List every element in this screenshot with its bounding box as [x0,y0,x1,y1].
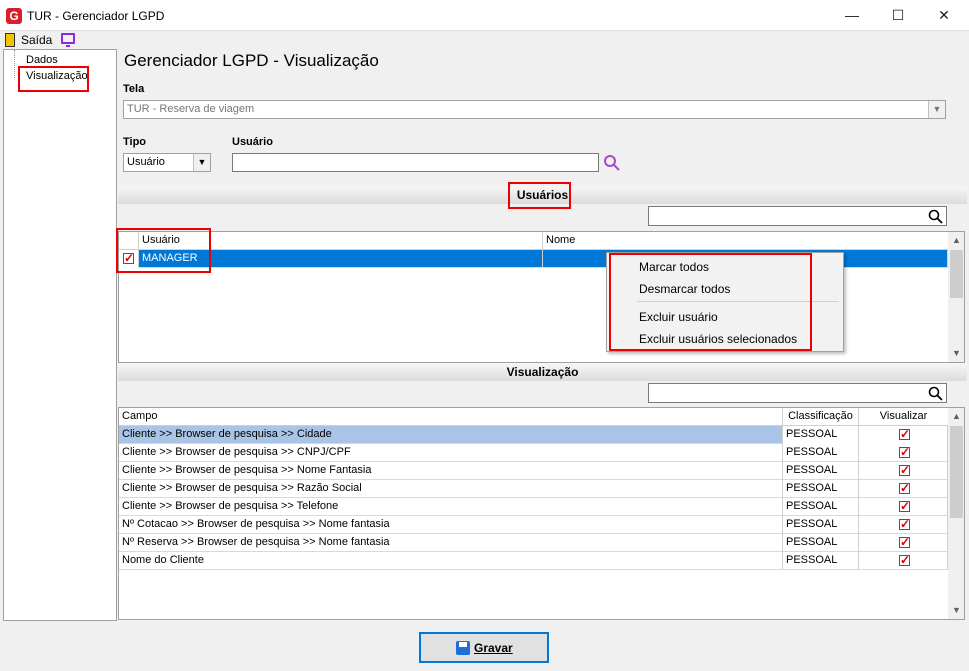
cell-classificacao: PESSOAL [783,462,859,480]
visualizar-checkbox[interactable] [899,552,910,569]
cell-visualizar[interactable] [859,462,948,480]
column-header-campo[interactable]: Campo [119,408,783,426]
table-row[interactable]: Nome do Cliente PESSOAL [119,552,948,570]
search-icon[interactable] [603,154,621,172]
tipo-select[interactable]: Usuário ▼ [123,153,211,172]
maximize-button[interactable]: ☐ [875,0,921,31]
visualizar-checkbox[interactable] [899,426,910,443]
cell-campo: Cliente >> Browser de pesquisa >> CNPJ/C… [119,444,783,462]
tipo-select-value: Usuário [127,156,165,168]
annotation-highlight [18,66,89,92]
cell-visualizar[interactable] [859,516,948,534]
table-row[interactable]: Cliente >> Browser de pesquisa >> Telefo… [119,498,948,516]
page-title: Gerenciador LGPD - Visualização [124,51,379,70]
monitor-icon[interactable] [61,33,75,47]
cell-classificacao: PESSOAL [783,498,859,516]
tela-select-value: TUR - Reserva de viagem [127,103,255,115]
usuarios-search-input[interactable] [648,206,947,226]
tree-connector [14,50,15,78]
cell-classificacao: PESSOAL [783,480,859,498]
visualizar-checkbox[interactable] [899,498,910,515]
cell-visualizar[interactable] [859,480,948,498]
visualizacao-section-header: Visualização [118,363,967,381]
tipo-label: Tipo [123,136,147,148]
floppy-disk-icon [456,641,470,655]
scroll-down-icon[interactable]: ▼ [948,602,964,619]
cell-classificacao: PESSOAL [783,552,859,570]
visualizar-checkbox[interactable] [899,516,910,533]
cell-classificacao: PESSOAL [783,534,859,552]
visualizacao-search-input[interactable] [648,383,947,403]
cell-campo: Nº Cotacao >> Browser de pesquisa >> Nom… [119,516,783,534]
column-header-classificacao[interactable]: Classificação [783,408,859,426]
toolbar: Saída [0,31,969,49]
close-button[interactable]: ✕ [921,0,967,31]
cell-classificacao: PESSOAL [783,426,859,444]
tree-item-dados[interactable]: Dados [26,54,58,66]
scroll-up-icon[interactable]: ▲ [948,232,964,249]
exit-door-icon[interactable] [5,33,15,47]
table-row[interactable]: Nº Reserva >> Browser de pesquisa >> Nom… [119,534,948,552]
chevron-down-icon[interactable]: ▼ [928,101,945,118]
scrollbar-thumb[interactable] [950,426,963,518]
visualizar-checkbox[interactable] [899,462,910,479]
cell-classificacao: PESSOAL [783,516,859,534]
save-button-label: Gravar [474,641,513,655]
cell-campo: Cliente >> Browser de pesquisa >> Telefo… [119,498,783,516]
visualizar-checkbox[interactable] [899,444,910,461]
tela-select[interactable]: TUR - Reserva de viagem ▼ [123,100,946,119]
cell-visualizar[interactable] [859,498,948,516]
chevron-down-icon[interactable]: ▼ [193,154,210,171]
table-row[interactable]: Cliente >> Browser de pesquisa >> CNPJ/C… [119,444,948,462]
visualizacao-grid-header: Campo Classificação Visualizar [119,408,948,426]
usuario-label: Usuário [232,136,273,148]
visualizar-checkbox[interactable] [899,480,910,497]
table-row[interactable]: Cliente >> Browser de pesquisa >> Razão … [119,480,948,498]
visualizacao-grid: Campo Classificação Visualizar Cliente >… [118,407,965,620]
cell-visualizar[interactable] [859,426,948,444]
exit-button[interactable]: Saída [21,33,52,47]
usuarios-grid-header: Usuário Nome [119,232,948,250]
navigation-tree: Dados Visualização [3,49,117,621]
visualizar-checkbox[interactable] [899,534,910,551]
cell-visualizar[interactable] [859,534,948,552]
annotation-highlight [508,182,571,209]
cell-campo: Cliente >> Browser de pesquisa >> Razão … [119,480,783,498]
table-row[interactable]: Cliente >> Browser de pesquisa >> Nome F… [119,462,948,480]
table-row[interactable]: Nº Cotacao >> Browser de pesquisa >> Nom… [119,516,948,534]
title-bar: G TUR - Gerenciador LGPD — ☐ ✕ [0,0,969,31]
annotation-highlight [609,253,812,351]
table-row[interactable]: Cliente >> Browser de pesquisa >> Cidade… [119,426,948,444]
cell-campo: Nome do Cliente [119,552,783,570]
cell-visualizar[interactable] [859,444,948,462]
cell-classificacao: PESSOAL [783,444,859,462]
cell-campo: Cliente >> Browser de pesquisa >> Nome F… [119,462,783,480]
search-icon[interactable] [928,209,943,224]
column-header-nome[interactable]: Nome [543,232,948,250]
scrollbar-thumb[interactable] [950,250,963,298]
visualizacao-scrollbar[interactable]: ▲ ▼ [948,408,964,619]
search-icon[interactable] [928,386,943,401]
minimize-button[interactable]: — [829,0,875,31]
usuario-input[interactable] [232,153,599,172]
annotation-highlight [116,228,211,273]
cell-campo: Cliente >> Browser de pesquisa >> Cidade [119,426,783,444]
cell-campo: Nº Reserva >> Browser de pesquisa >> Nom… [119,534,783,552]
scroll-down-icon[interactable]: ▼ [948,345,964,362]
usuarios-scrollbar[interactable]: ▲ ▼ [948,232,964,362]
scroll-up-icon[interactable]: ▲ [948,408,964,425]
save-button[interactable]: Gravar [419,632,549,663]
tela-label: Tela [123,83,145,95]
cell-visualizar[interactable] [859,552,948,570]
app-logo-icon: G [6,8,22,24]
column-header-visualizar[interactable]: Visualizar [859,408,948,426]
window-title: TUR - Gerenciador LGPD [27,9,165,23]
